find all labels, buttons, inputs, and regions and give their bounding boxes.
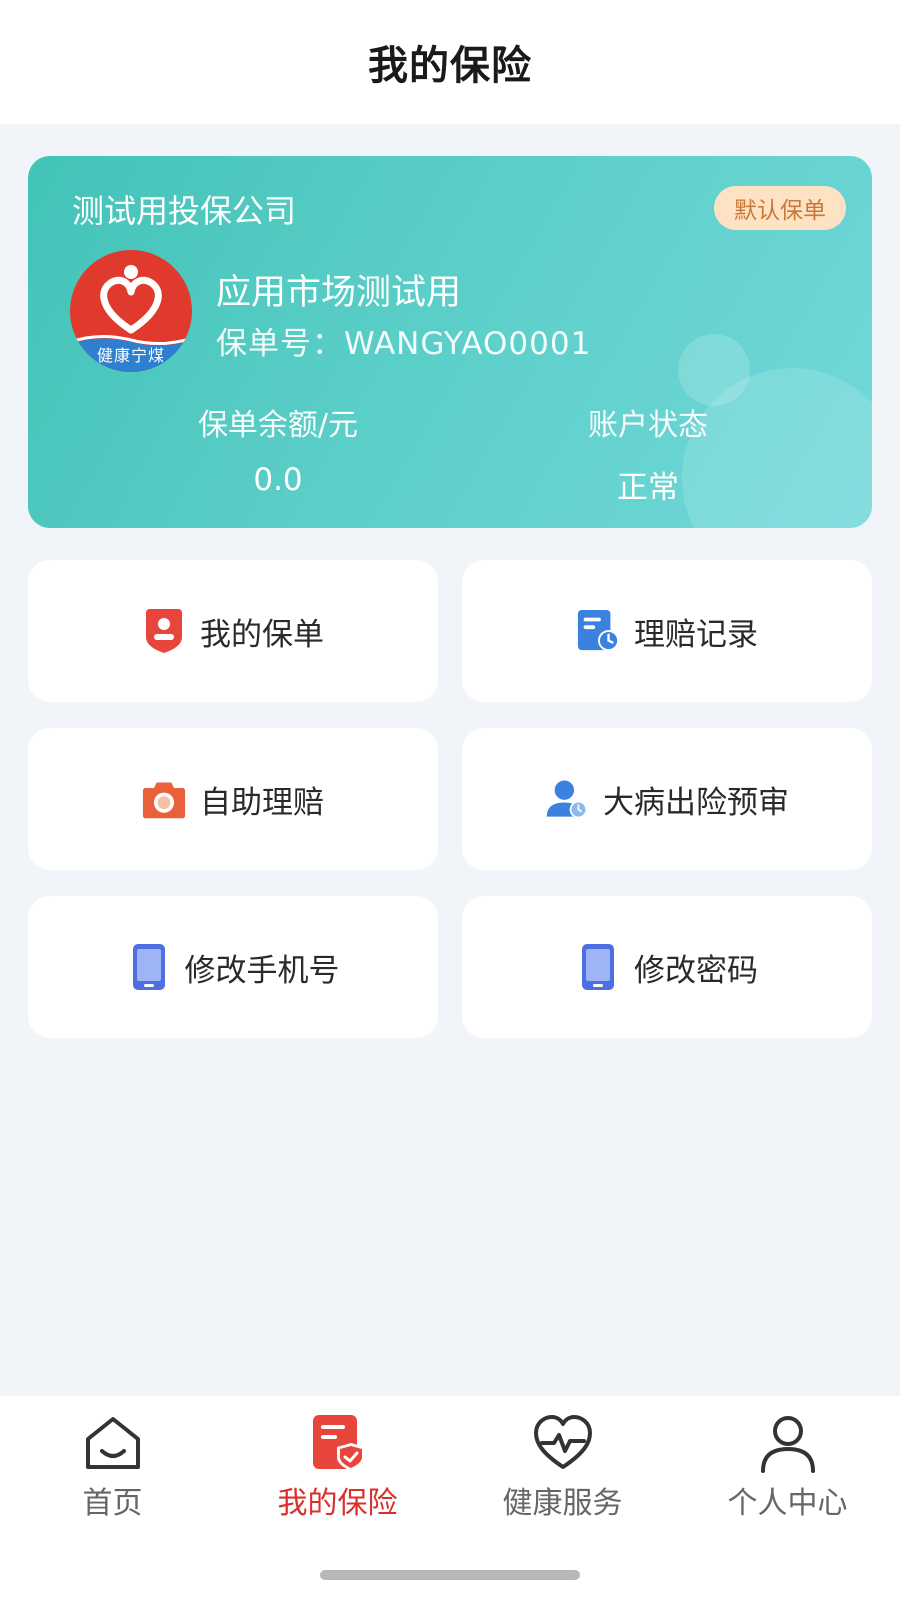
menu-label: 理赔记录 [634, 616, 758, 653]
status-value: 正常 [617, 470, 679, 506]
tab-health-service[interactable]: 健康服务 [450, 1412, 675, 1522]
tab-label: 首页 [82, 1486, 143, 1521]
policy-number-label: 保单号： [216, 326, 344, 362]
claim-record-button[interactable]: 理赔记录 [462, 560, 872, 702]
change-phone-button[interactable]: 修改手机号 [28, 896, 438, 1038]
company-name: 测试用投保公司 [72, 192, 297, 230]
camera-icon [142, 775, 186, 823]
tab-label: 我的保险 [277, 1486, 398, 1521]
tab-home[interactable]: 首页 [0, 1412, 225, 1522]
heart-pulse-icon [532, 1412, 594, 1474]
phone-icon [576, 943, 620, 991]
policy-card[interactable]: 测试用投保公司 默认保单 健康宁煤 应用市场测试用 保单号：WANGYAO000… [28, 156, 872, 528]
page-title: 我的保险 [368, 43, 532, 89]
my-policy-button[interactable]: 我的保单 [28, 560, 438, 702]
insurance-doc-icon [307, 1412, 369, 1474]
tab-personal-center[interactable]: 个人中心 [675, 1412, 900, 1522]
company-logo: 健康宁煤 [70, 250, 192, 372]
balance-label: 保单余额/元 [197, 408, 359, 443]
phone-icon [127, 943, 171, 991]
user-icon [757, 1412, 819, 1474]
menu-label: 修改手机号 [184, 952, 340, 989]
policy-number-row: 保单号：WANGYAO0001 [216, 318, 591, 363]
policy-number-value: WANGYAO0001 [344, 326, 592, 362]
page-header: 我的保险 [0, 0, 900, 124]
menu-label: 修改密码 [634, 952, 758, 989]
balance-value: 0.0 [253, 462, 303, 498]
home-icon [82, 1412, 144, 1474]
change-password-button[interactable]: 修改密码 [462, 896, 872, 1038]
menu-label: 我的保单 [200, 616, 324, 653]
home-indicator[interactable] [320, 1570, 580, 1580]
product-name: 应用市场测试用 [216, 273, 462, 313]
balance-stat: 保单余额/元 0.0 [128, 400, 428, 498]
self-claim-button[interactable]: 自助理赔 [28, 728, 438, 870]
default-policy-badge: 默认保单 [714, 186, 846, 230]
tab-label: 个人中心 [727, 1486, 848, 1521]
tab-label: 健康服务 [502, 1486, 623, 1521]
logo-text: 健康宁煤 [96, 346, 165, 365]
menu-label: 大病出险预审 [603, 784, 789, 821]
status-stat: 账户状态 正常 [498, 400, 798, 507]
critical-illness-review-button[interactable]: 大病出险预审 [462, 728, 872, 870]
user-clock-icon [545, 775, 589, 823]
tab-my-insurance[interactable]: 我的保险 [225, 1412, 450, 1522]
status-label: 账户状态 [588, 408, 708, 443]
policy-shield-icon [142, 607, 186, 655]
claim-record-icon [576, 607, 620, 655]
menu-label: 自助理赔 [200, 784, 324, 821]
